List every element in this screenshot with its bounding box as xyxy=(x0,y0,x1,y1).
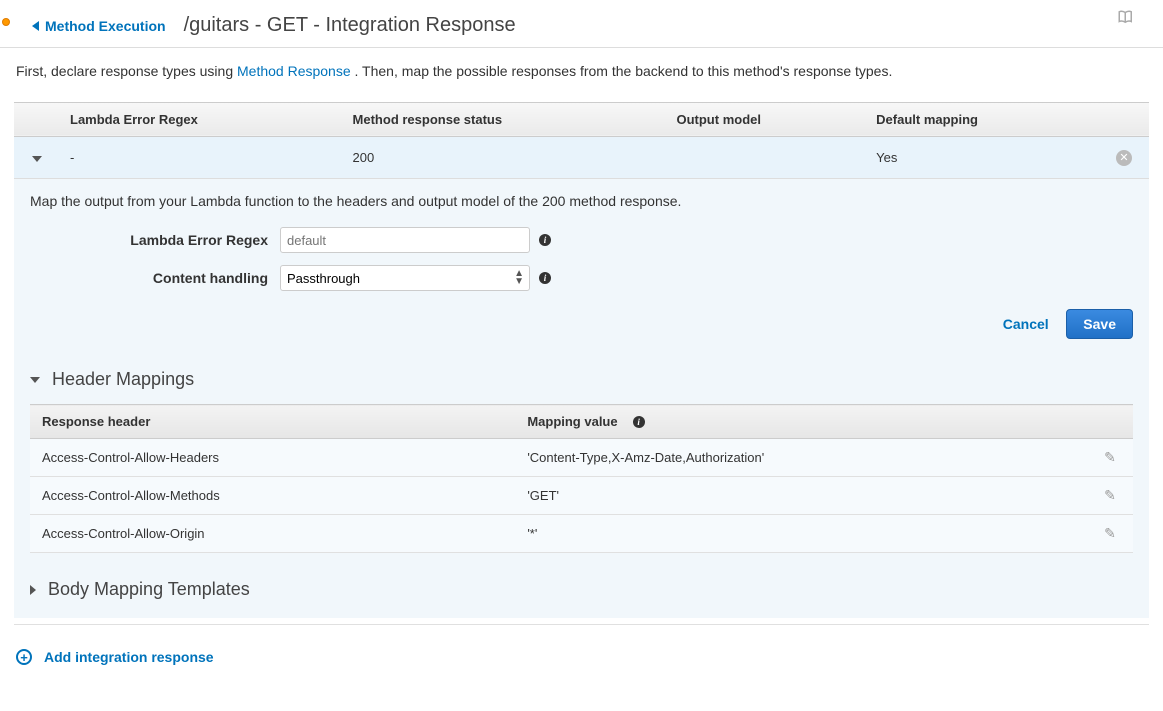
col-default: Default mapping xyxy=(866,102,1099,136)
header-mappings-title: Header Mappings xyxy=(52,369,194,390)
arrow-left-icon xyxy=(32,21,39,31)
pencil-icon[interactable]: ✎ xyxy=(1104,487,1116,503)
divider xyxy=(14,624,1149,625)
save-button[interactable]: Save xyxy=(1066,309,1133,339)
intro-text: First, declare response types using Meth… xyxy=(0,48,1163,96)
intro-prefix: First, declare response types using xyxy=(16,63,237,79)
method-execution-back-link[interactable]: Method Execution xyxy=(32,18,166,34)
table-row[interactable]: - 200 Yes ✕ xyxy=(14,136,1149,179)
cell-regex: - xyxy=(60,136,343,179)
cell-value: 'GET' xyxy=(515,477,1087,515)
cancel-button[interactable]: Cancel xyxy=(1003,316,1049,332)
info-icon[interactable] xyxy=(538,271,552,285)
info-icon[interactable] xyxy=(632,415,646,429)
table-row: Access-Control-Allow-Origin '*' ✎ xyxy=(30,515,1133,553)
cell-header: Access-Control-Allow-Methods xyxy=(30,477,515,515)
col-status: Method response status xyxy=(343,102,667,136)
expanded-panel: Map the output from your Lambda function… xyxy=(14,179,1149,618)
intro-suffix: . Then, map the possible responses from … xyxy=(355,63,893,79)
col-mapping-value-label: Mapping value xyxy=(527,414,617,429)
col-regex: Lambda Error Regex xyxy=(60,102,343,136)
table-row: Access-Control-Allow-Headers 'Content-Ty… xyxy=(30,439,1133,477)
header-mappings-table: Response header Mapping value Access-Con… xyxy=(30,404,1133,553)
chevron-down-icon[interactable] xyxy=(32,156,42,162)
table-row: Access-Control-Allow-Methods 'GET' ✎ xyxy=(30,477,1133,515)
add-integration-response-link[interactable]: Add integration response xyxy=(44,649,214,665)
cell-value: 'Content-Type,X-Amz-Date,Authorization' xyxy=(515,439,1087,477)
chevron-down-icon[interactable] xyxy=(30,377,40,383)
chevron-right-icon[interactable] xyxy=(30,585,36,595)
responses-table: Lambda Error Regex Method response statu… xyxy=(14,102,1149,180)
body-templates-title: Body Mapping Templates xyxy=(48,579,250,600)
cell-value: '*' xyxy=(515,515,1087,553)
selection-marker xyxy=(2,18,10,26)
info-icon[interactable] xyxy=(538,233,552,247)
content-handling-select[interactable]: Passthrough xyxy=(280,265,530,291)
col-model: Output model xyxy=(666,102,866,136)
lambda-regex-input[interactable] xyxy=(280,227,530,253)
pencil-icon[interactable]: ✎ xyxy=(1104,525,1116,541)
panel-intro: Map the output from your Lambda function… xyxy=(30,193,1133,209)
docs-book-icon[interactable] xyxy=(1117,8,1135,29)
plus-circle-icon[interactable]: + xyxy=(16,649,32,665)
col-edit xyxy=(1087,405,1133,439)
page-title: /guitars - GET - Integration Response xyxy=(184,14,516,37)
cell-model xyxy=(666,136,866,179)
col-response-header: Response header xyxy=(30,405,515,439)
label-lambda-regex: Lambda Error Regex xyxy=(30,232,280,248)
cell-default: Yes xyxy=(866,136,1099,179)
col-actions xyxy=(1099,102,1149,136)
col-expand xyxy=(14,102,60,136)
cell-header: Access-Control-Allow-Origin xyxy=(30,515,515,553)
remove-row-icon[interactable]: ✕ xyxy=(1116,150,1132,166)
cell-header: Access-Control-Allow-Headers xyxy=(30,439,515,477)
col-mapping-value: Mapping value xyxy=(515,405,1087,439)
cell-status: 200 xyxy=(343,136,667,179)
pencil-icon[interactable]: ✎ xyxy=(1104,449,1116,465)
method-response-link[interactable]: Method Response xyxy=(237,63,351,79)
label-content-handling: Content handling xyxy=(30,270,280,286)
back-link-label: Method Execution xyxy=(45,18,166,34)
